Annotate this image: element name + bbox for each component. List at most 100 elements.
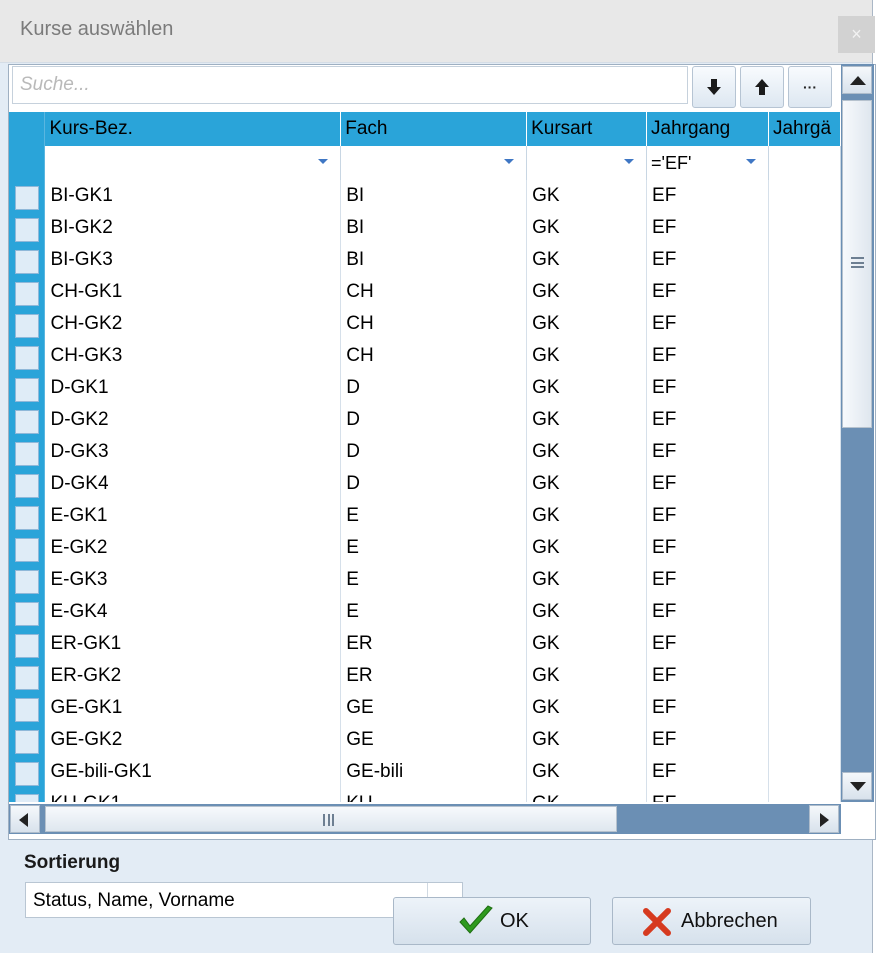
cell-kursart: GK — [526, 596, 648, 628]
cell-jahrgaenge — [768, 596, 841, 628]
scroll-left-button[interactable] — [10, 805, 40, 833]
table-row[interactable]: GE-GK1 GE GK EF — [9, 692, 841, 724]
row-checkbox[interactable] — [15, 218, 39, 242]
filter-kursart[interactable] — [526, 146, 648, 180]
chevron-down-icon[interactable] — [745, 159, 756, 164]
row-checkbox[interactable] — [15, 250, 39, 274]
vertical-scrollbar[interactable] — [841, 64, 874, 802]
cell-kursart: GK — [526, 532, 648, 564]
cell-kursart: GK — [526, 724, 648, 756]
cell-fach: CH — [340, 340, 528, 372]
cell-kurs: KU-GK1 — [44, 788, 342, 802]
cell-jahrgaenge — [768, 372, 841, 404]
more-options-button[interactable]: ··· — [788, 66, 832, 108]
table-row[interactable]: CH-GK1 CH GK EF — [9, 276, 841, 308]
filter-jahrgang-value: ='EF' — [651, 152, 692, 173]
row-checkbox[interactable] — [15, 282, 39, 306]
row-checkbox[interactable] — [15, 730, 39, 754]
chevron-down-icon[interactable] — [504, 159, 515, 164]
row-checkbox[interactable] — [15, 410, 39, 434]
table-row[interactable]: ER-GK2 ER GK EF — [9, 660, 841, 692]
row-checkbox[interactable] — [15, 666, 39, 690]
chevron-down-icon[interactable] — [318, 159, 329, 164]
arrow-down-icon — [850, 782, 866, 791]
cell-jahrgaenge — [768, 244, 841, 276]
cell-jahrgang: EF — [646, 180, 769, 212]
chevron-down-icon[interactable] — [624, 159, 635, 164]
row-checkbox[interactable] — [15, 442, 39, 466]
row-checkbox[interactable] — [15, 506, 39, 530]
cell-fach: BI — [340, 244, 528, 276]
row-checkbox[interactable] — [15, 378, 39, 402]
filter-row: ='EF' — [9, 146, 841, 180]
column-header-kursart[interactable]: Kursart — [526, 112, 648, 146]
table-row[interactable]: D-GK1 D GK EF — [9, 372, 841, 404]
filter-fach[interactable] — [340, 146, 528, 180]
arrow-right-icon — [820, 813, 829, 827]
title-bar: Kurse auswählen × — [0, 0, 875, 63]
filter-jahrgaenge[interactable] — [768, 146, 841, 180]
table-row[interactable]: BI-GK1 BI GK EF — [9, 180, 841, 212]
row-checkbox[interactable] — [15, 698, 39, 722]
close-button[interactable]: × — [838, 16, 875, 53]
cell-kursart: GK — [526, 436, 648, 468]
filter-jahrgang[interactable]: ='EF' — [646, 146, 769, 180]
table-row[interactable]: E-GK1 E GK EF — [9, 500, 841, 532]
cancel-button[interactable]: Abbrechen — [612, 897, 811, 945]
column-header-jahrgaenge[interactable]: Jahrgä — [768, 112, 841, 146]
ok-button[interactable]: OK — [393, 897, 591, 945]
column-header-jahrgang[interactable]: Jahrgang — [646, 112, 769, 146]
scroll-down-button[interactable] — [842, 772, 872, 800]
column-header-fach[interactable]: Fach — [340, 112, 528, 146]
cell-kurs: GE-GK1 — [44, 692, 342, 724]
table-row[interactable]: E-GK3 E GK EF — [9, 564, 841, 596]
table-row[interactable]: KU-GK1KUGKEF — [9, 788, 841, 802]
row-checkbox[interactable] — [15, 538, 39, 562]
table-row[interactable]: CH-GK2 CH GK EF — [9, 308, 841, 340]
background-glyph — [876, 12, 883, 26]
horizontal-scroll-thumb[interactable] — [45, 806, 617, 832]
row-checkbox[interactable] — [15, 346, 39, 370]
row-select-cell — [9, 724, 46, 756]
table-row[interactable]: D-GK3 D GK EF — [9, 436, 841, 468]
column-header-kurs[interactable]: Kurs-Bez. — [44, 112, 342, 146]
vertical-scroll-thumb[interactable] — [842, 100, 872, 428]
scroll-up-button[interactable] — [842, 66, 872, 94]
sort-descending-button[interactable] — [692, 66, 736, 108]
sort-value: Status, Name, Vorname — [33, 890, 235, 911]
row-checkbox[interactable] — [15, 474, 39, 498]
row-checkbox[interactable] — [15, 314, 39, 338]
cell-fach: CH — [340, 308, 528, 340]
table-row[interactable]: CH-GK3 CH GK EF — [9, 340, 841, 372]
row-checkbox[interactable] — [15, 186, 39, 210]
select-column-header[interactable] — [9, 112, 46, 146]
table-row[interactable]: E-GK4 E GK EF — [9, 596, 841, 628]
scroll-right-button[interactable] — [809, 805, 839, 833]
table-row[interactable]: D-GK4 D GK EF — [9, 468, 841, 500]
search-input[interactable]: Suche... — [12, 66, 688, 104]
row-checkbox[interactable] — [15, 570, 39, 594]
row-checkbox[interactable] — [15, 762, 39, 786]
row-checkbox[interactable] — [15, 634, 39, 658]
cell-jahrgaenge — [768, 724, 841, 756]
table-row[interactable]: E-GK2 E GK EF — [9, 532, 841, 564]
table-row[interactable]: BI-GK2 BI GK EF — [9, 212, 841, 244]
filter-kurs[interactable] — [44, 146, 342, 180]
cell-kursart: GK — [526, 564, 648, 596]
table-row[interactable]: D-GK2 D GK EF — [9, 404, 841, 436]
grip-icon — [323, 814, 334, 826]
table-row[interactable]: GE-bili-GK1 GE-bili GK EF — [9, 756, 841, 788]
row-checkbox[interactable] — [15, 602, 39, 626]
cell-fach: ER — [340, 660, 528, 692]
cell-kurs: ER-GK1 — [44, 628, 342, 660]
arrow-up-icon — [755, 79, 769, 95]
cell-jahrgang: EF — [646, 532, 769, 564]
table-row[interactable]: BI-GK3 BI GK EF — [9, 244, 841, 276]
cell-jahrgang: EF — [646, 724, 769, 756]
table-row[interactable]: ER-GK1 ER GK EF — [9, 628, 841, 660]
row-select-cell — [9, 244, 46, 276]
table-row[interactable]: GE-GK2 GE GK EF — [9, 724, 841, 756]
row-checkbox[interactable] — [15, 794, 39, 802]
sort-ascending-button[interactable] — [740, 66, 784, 108]
horizontal-scrollbar[interactable] — [9, 804, 841, 834]
